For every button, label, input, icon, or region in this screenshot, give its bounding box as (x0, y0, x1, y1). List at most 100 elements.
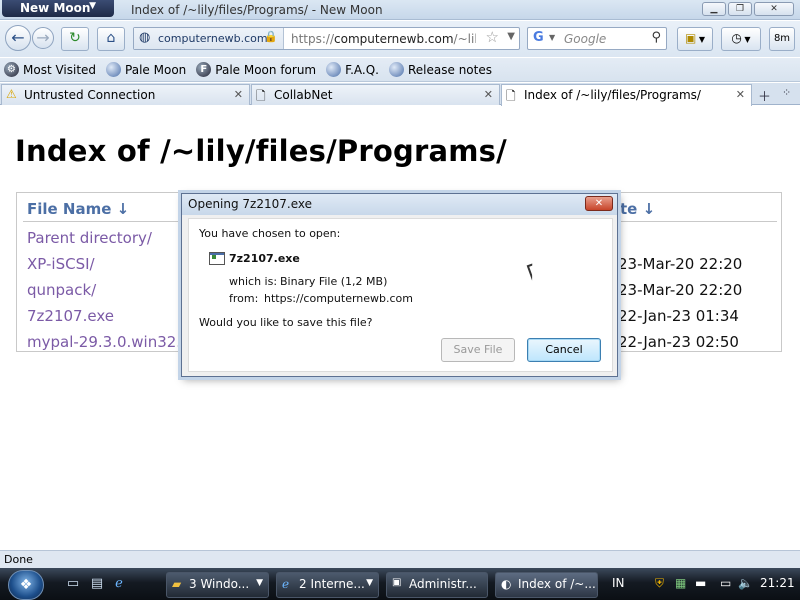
clock[interactable]: 21:21 (760, 576, 795, 590)
lock-icon: 🔒 (264, 30, 278, 43)
bookmark-most-visited[interactable]: ⚙ Most Visited (4, 62, 96, 77)
taskbar-command-prompt[interactable]: ▣ Administr... (386, 572, 488, 598)
taskbar-browser-window[interactable]: ◐ Index of /~... (495, 572, 598, 598)
site-identity-button[interactable]: ◍ computernewb.com 🔒 (134, 28, 284, 49)
chevron-down-icon: ▼ (256, 578, 263, 588)
volume-icon[interactable]: 🔈 (738, 576, 753, 590)
tab-untrusted-connection[interactable]: ⚠ Untrusted Connection ✕ (1, 84, 250, 105)
search-engine-icon[interactable]: G (533, 30, 544, 45)
tab-collabnet[interactable]: 🗋 CollabNet ✕ (251, 84, 500, 105)
file-link-mypal[interactable]: mypal-29.3.0.win32.in (27, 333, 195, 351)
url-bar[interactable]: ◍ computernewb.com 🔒 https://computernew… (133, 27, 520, 50)
close-tab-icon[interactable]: ✕ (484, 88, 493, 101)
reload-icon: ↻ (69, 30, 81, 46)
language-indicator[interactable]: IN (612, 576, 625, 590)
cancel-button[interactable]: Cancel (527, 338, 601, 362)
file-link-xp-iscsi[interactable]: XP-iSCSI/ (27, 255, 95, 273)
close-tab-icon[interactable]: ✕ (234, 88, 243, 101)
dialog-title-bar: Opening 7z2107.exe (182, 194, 617, 215)
forum-icon: F (196, 62, 212, 77)
addon-dropdown-icon: ▼ (696, 35, 706, 44)
new-tab-icon[interactable]: ＋ (758, 86, 771, 105)
ie-icon: ℯ (282, 577, 290, 591)
switch-windows-icon[interactable]: ▤ (88, 576, 106, 592)
dialog-title: Opening 7z2107.exe (188, 197, 312, 211)
bookmark-star-icon[interactable]: ☆ (486, 28, 499, 46)
internet-explorer-icon[interactable]: ℯ (110, 576, 128, 592)
network-icon[interactable]: ▦ (675, 576, 686, 590)
url-host: computernewb.com (334, 32, 454, 46)
tab-index-of-programs[interactable]: 🗋 Index of /~lily/files/Programs/ ✕ (501, 84, 752, 106)
addon-button[interactable]: ▣ ▼ (677, 27, 713, 51)
dialog-question: Would you like to save this file? (199, 316, 373, 329)
close-window-button[interactable]: ✕ (754, 2, 794, 16)
executable-file-icon (209, 252, 225, 265)
chevron-down-icon: ▼ (89, 1, 96, 11)
minimize-button[interactable]: ▁ (702, 2, 726, 16)
maximize-button[interactable]: ❐ (728, 2, 752, 16)
close-tab-icon[interactable]: ✕ (736, 88, 745, 101)
extension-label: 8m (773, 33, 791, 44)
bookmark-pale-moon[interactable]: Pale Moon (106, 62, 186, 77)
page-icon: 🗋 (506, 89, 516, 103)
home-button[interactable]: ⌂ (97, 27, 125, 51)
monitor-icon[interactable]: ▭ (720, 576, 731, 590)
page-icon: 🗋 (256, 89, 266, 103)
bookmark-pale-moon-forum[interactable]: F Pale Moon forum (196, 62, 316, 77)
search-engine-dropdown-icon[interactable]: ▼ (549, 33, 555, 42)
dialog-intro: You have chosen to open: (199, 227, 341, 240)
tab-label: Untrusted Connection (24, 88, 156, 102)
history-button[interactable]: ◷ ▼ (721, 27, 761, 51)
window-controls: ▁ ❐ ✕ (702, 2, 794, 16)
dialog-close-button[interactable]: ✕ (585, 196, 613, 211)
title-bar: New Moon ▼ Index of /~lily/files/Program… (0, 0, 800, 20)
file-date: 22-Jan-23 02:50 (618, 333, 739, 351)
windows-logo-icon: ❖ (19, 577, 33, 593)
which-is-label: which is: (229, 275, 278, 288)
security-shield-icon[interactable]: ⛨ (655, 576, 664, 591)
taskbar-internet-explorer-group[interactable]: ℯ 2 Interne... ▼ (276, 572, 379, 598)
app-menu-button[interactable]: New Moon ▼ (2, 0, 114, 17)
back-arrow-icon: ← (11, 28, 25, 47)
search-icon[interactable]: ⚲ (651, 30, 661, 45)
forward-button[interactable]: → (32, 27, 54, 49)
pale-moon-icon (106, 62, 122, 77)
bookmark-label: Most Visited (23, 62, 97, 77)
file-link-qunpack[interactable]: qunpack/ (27, 281, 96, 299)
file-link-7z2107[interactable]: 7z2107.exe (27, 307, 114, 325)
taskbar-windows-explorer-group[interactable]: ▰ 3 Windo... ▼ (166, 572, 269, 598)
url-dropdown-icon[interactable]: ▼ (507, 31, 515, 42)
drive-icon[interactable]: ▬ (695, 576, 706, 590)
file-name-column-header[interactable]: File Name ↓ (27, 200, 129, 218)
tab-label: Index of /~lily/files/Programs/ (524, 88, 701, 102)
history-dropdown-icon: ▼ (741, 35, 751, 44)
date-column-header[interactable]: te ↓ (620, 200, 655, 218)
search-input[interactable]: Google (564, 32, 606, 46)
from-label: from: (229, 292, 259, 305)
back-button[interactable]: ← (5, 25, 31, 51)
start-button[interactable]: ❖ (8, 570, 44, 600)
reload-button[interactable]: ↻ (61, 27, 89, 51)
page-title: Index of /~lily/files/Programs/ (15, 134, 507, 168)
search-bar[interactable]: G ▼ Google ⚲ (527, 27, 667, 50)
close-icon: ✕ (594, 198, 604, 209)
moon-icon: ◐ (501, 577, 512, 591)
file-date: 22-Jan-23 01:34 (618, 307, 739, 325)
file-date: 23-Mar-20 22:20 (618, 281, 743, 299)
save-file-button[interactable]: Save File (441, 338, 515, 362)
bookmark-faq[interactable]: F.A.Q. (326, 62, 379, 77)
dialog-filename: 7z2107.exe (229, 252, 300, 265)
file-type-value: Binary File (1,2 MB) (280, 275, 388, 288)
bookmark-release-notes[interactable]: Release notes (389, 62, 492, 77)
bookmark-label: Pale Moon forum (215, 62, 317, 77)
opening-file-dialog: Opening 7z2107.exe ✕ You have chosen to … (181, 193, 618, 377)
file-link-parent-directory[interactable]: Parent directory/ (27, 229, 152, 247)
warning-icon: ⚠ (6, 87, 17, 101)
tab-label: CollabNet (274, 88, 333, 102)
show-desktop-icon[interactable]: ▭ (64, 576, 82, 592)
list-all-tabs-icon[interactable]: ⁘ (782, 86, 791, 99)
extension-button[interactable]: 8m (769, 27, 795, 51)
home-icon: ⌂ (106, 30, 116, 46)
bookmark-label: Pale Moon (125, 62, 187, 77)
url-scheme: https:// (291, 32, 335, 46)
